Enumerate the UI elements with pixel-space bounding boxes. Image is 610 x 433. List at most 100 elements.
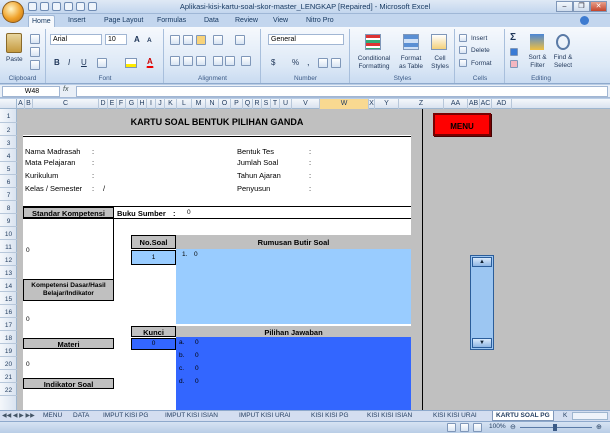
column-header[interactable]: Z xyxy=(399,99,444,109)
formula-input[interactable] xyxy=(76,86,608,97)
format-icon[interactable] xyxy=(459,59,467,67)
column-header[interactable]: T xyxy=(271,99,280,109)
sort-filter-button[interactable]: Sort & Filter xyxy=(525,53,550,71)
row-header[interactable]: 21 xyxy=(0,370,17,383)
page-break-view-icon[interactable] xyxy=(473,423,482,432)
format-button[interactable]: Format xyxy=(470,59,493,69)
column-header[interactable]: Y xyxy=(375,99,399,109)
sheet-tab[interactable]: K xyxy=(560,411,570,421)
tab-formulas[interactable]: Formulas xyxy=(154,15,189,27)
align-bottom-icon[interactable] xyxy=(196,35,206,45)
increase-indent-icon[interactable] xyxy=(225,56,235,66)
column-header[interactable]: G xyxy=(126,99,138,109)
cell-styles-button[interactable]: Cell Styles xyxy=(427,54,453,72)
sheet-tab-active[interactable]: KARTU SOAL PG xyxy=(492,411,554,421)
borders-icon[interactable] xyxy=(97,58,107,68)
autosum-button[interactable]: Σ xyxy=(509,33,517,43)
pilihan-box[interactable] xyxy=(176,337,411,410)
sort-filter-icon[interactable] xyxy=(530,34,544,50)
row-header[interactable]: 18 xyxy=(0,331,17,344)
tab-insert[interactable]: Insert xyxy=(65,15,89,27)
scroll-up-icon[interactable]: ▲ xyxy=(472,257,492,267)
column-header[interactable]: AD xyxy=(492,99,512,109)
column-header[interactable]: U xyxy=(280,99,292,109)
column-header[interactable]: L xyxy=(177,99,192,109)
row-header[interactable]: 7 xyxy=(0,188,17,201)
sheet-tab[interactable]: MENU xyxy=(40,411,65,421)
row-header[interactable]: 16 xyxy=(0,305,17,318)
sheet-tab[interactable]: KISI KISI PG xyxy=(308,411,352,421)
align-left-icon[interactable] xyxy=(170,56,180,66)
conditional-formatting-button[interactable]: Conditional Formatting xyxy=(353,54,395,72)
scroll-down-icon[interactable]: ▼ xyxy=(472,338,492,348)
sheet-tab[interactable]: DATA xyxy=(70,411,92,421)
decrease-decimal-icon[interactable] xyxy=(331,58,341,68)
column-header[interactable]: W xyxy=(320,99,369,109)
delete-button[interactable]: Delete xyxy=(470,46,491,56)
italic-button[interactable]: I xyxy=(67,58,71,68)
horizontal-scrollbar[interactable] xyxy=(572,412,608,420)
cell-styles-icon[interactable] xyxy=(431,34,447,50)
format-as-table-icon[interactable] xyxy=(403,34,419,50)
column-header[interactable]: N xyxy=(206,99,219,109)
number-format-box[interactable]: General xyxy=(268,34,344,45)
column-header[interactable]: V xyxy=(292,99,320,109)
font-color-button[interactable]: A xyxy=(146,57,154,68)
menu-button[interactable]: MENU xyxy=(433,113,491,136)
tab-home[interactable]: Home xyxy=(28,15,55,27)
font-name-box[interactable]: Arial xyxy=(50,34,102,45)
row-header[interactable]: 3 xyxy=(0,136,17,149)
comma-button[interactable]: , xyxy=(306,57,311,67)
row-header[interactable]: 15 xyxy=(0,292,17,305)
rumusan-box[interactable] xyxy=(176,249,411,324)
row-header[interactable]: 17 xyxy=(0,318,17,331)
help-icon[interactable] xyxy=(580,16,589,25)
row-header[interactable]: 11 xyxy=(0,240,17,253)
column-header[interactable]: O xyxy=(219,99,231,109)
wrap-text-icon[interactable] xyxy=(235,35,245,45)
align-center-icon[interactable] xyxy=(183,56,193,66)
sheet-tab[interactable]: KISI KISI ISIAN xyxy=(364,411,415,421)
column-header[interactable]: D xyxy=(99,99,108,109)
normal-view-icon[interactable] xyxy=(447,423,456,432)
close-button[interactable]: ✕ xyxy=(590,1,607,12)
paste-button[interactable]: Paste xyxy=(5,55,24,65)
align-middle-icon[interactable] xyxy=(183,35,193,45)
insert-icon[interactable] xyxy=(459,34,467,42)
zoom-out-icon[interactable]: ⊖ xyxy=(510,423,516,431)
delete-icon[interactable] xyxy=(459,46,467,54)
column-header[interactable]: S xyxy=(262,99,271,109)
column-header[interactable]: AC xyxy=(480,99,492,109)
tab-nitro-pro[interactable]: Nitro Pro xyxy=(303,15,337,27)
column-header[interactable]: I xyxy=(147,99,156,109)
sheet-tab[interactable]: KISI KISI URAI xyxy=(430,411,480,421)
row-header[interactable]: 6 xyxy=(0,175,17,188)
align-top-icon[interactable] xyxy=(170,35,180,45)
row-header[interactable]: 2 xyxy=(0,123,17,136)
tab-page-layout[interactable]: Page Layout xyxy=(101,15,146,27)
column-header[interactable]: J xyxy=(156,99,165,109)
minimize-button[interactable]: – xyxy=(556,1,573,12)
column-header[interactable]: B xyxy=(25,99,33,109)
column-header[interactable]: P xyxy=(231,99,243,109)
column-header[interactable]: H xyxy=(138,99,147,109)
insert-button[interactable]: Insert xyxy=(470,34,488,44)
column-header[interactable]: AB xyxy=(468,99,480,109)
row-header[interactable]: 20 xyxy=(0,357,17,370)
currency-button[interactable]: $ xyxy=(270,58,276,68)
underline-button[interactable]: U xyxy=(80,58,88,68)
merge-center-icon[interactable] xyxy=(241,56,251,66)
conditional-formatting-icon[interactable] xyxy=(365,34,381,50)
row-header[interactable]: 13 xyxy=(0,266,17,279)
scroll-control[interactable]: ▲ ▼ xyxy=(470,255,494,350)
page-layout-view-icon[interactable] xyxy=(460,423,469,432)
row-header[interactable]: 10 xyxy=(0,227,17,240)
column-header[interactable]: K xyxy=(165,99,177,109)
fill-color-icon[interactable] xyxy=(125,58,137,68)
row-header[interactable]: 4 xyxy=(0,149,17,162)
column-header[interactable]: E xyxy=(108,99,117,109)
font-size-box[interactable]: 10 xyxy=(105,34,127,45)
format-as-table-button[interactable]: Format as Table xyxy=(395,54,427,72)
column-header[interactable]: A xyxy=(17,99,25,109)
fx-icon[interactable]: fx xyxy=(63,86,68,93)
